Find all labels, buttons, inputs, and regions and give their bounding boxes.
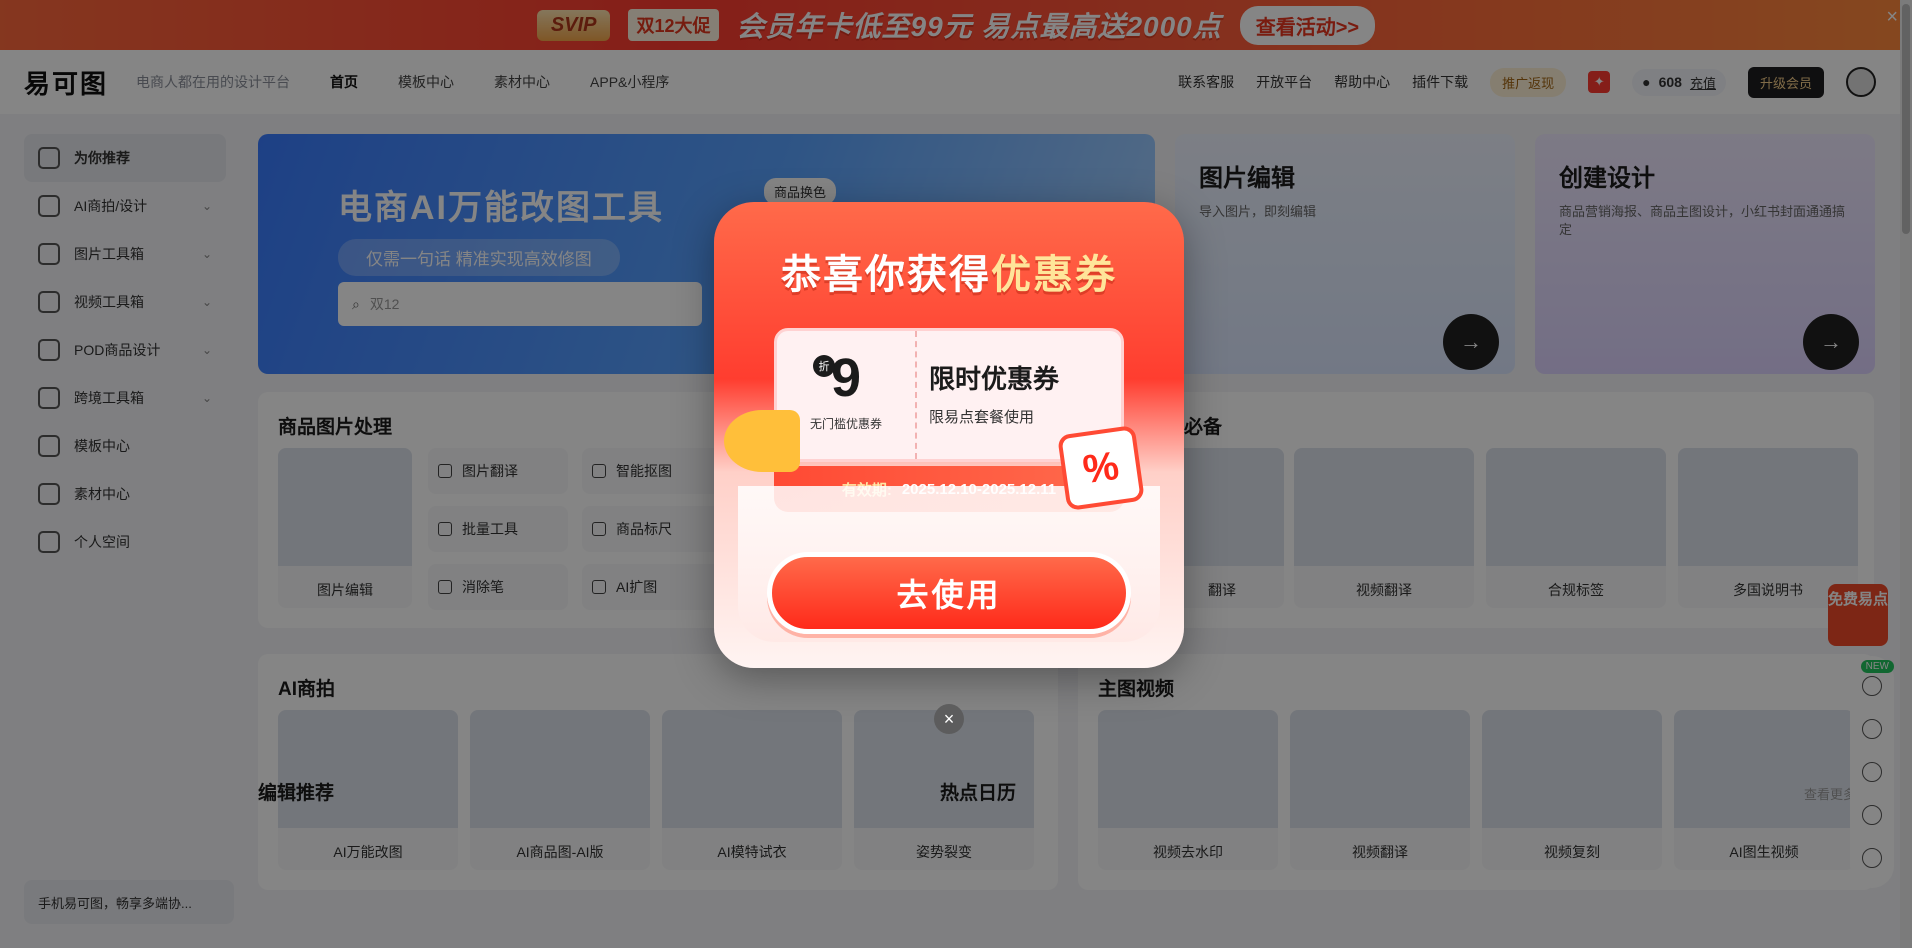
coupon-title: 限时优惠券 <box>929 364 1060 394</box>
megaphone-icon <box>724 410 800 472</box>
use-coupon-button[interactable]: 去使用 <box>767 552 1131 634</box>
discount-number: 9 <box>830 348 862 408</box>
discount-unit-badge: 折 <box>813 355 835 377</box>
coupon-right: 限时优惠券 限易点套餐使用 <box>929 359 1059 427</box>
modal-title: 恭喜你获得优惠券 <box>714 242 1184 300</box>
coupon-desc: 限易点套餐使用 <box>929 409 1035 426</box>
coupon-modal: 恭喜你获得优惠券 折 9 无门槛优惠券 限时优惠券 限易点套餐使用 有效期: 2… <box>714 202 1184 668</box>
percent-calendar-icon: % <box>1057 424 1145 512</box>
modal-title-text: 恭喜你获得 <box>781 253 991 297</box>
modal-title-highlight: 优惠券 <box>991 253 1117 297</box>
modal-close-icon[interactable]: × <box>934 704 964 734</box>
